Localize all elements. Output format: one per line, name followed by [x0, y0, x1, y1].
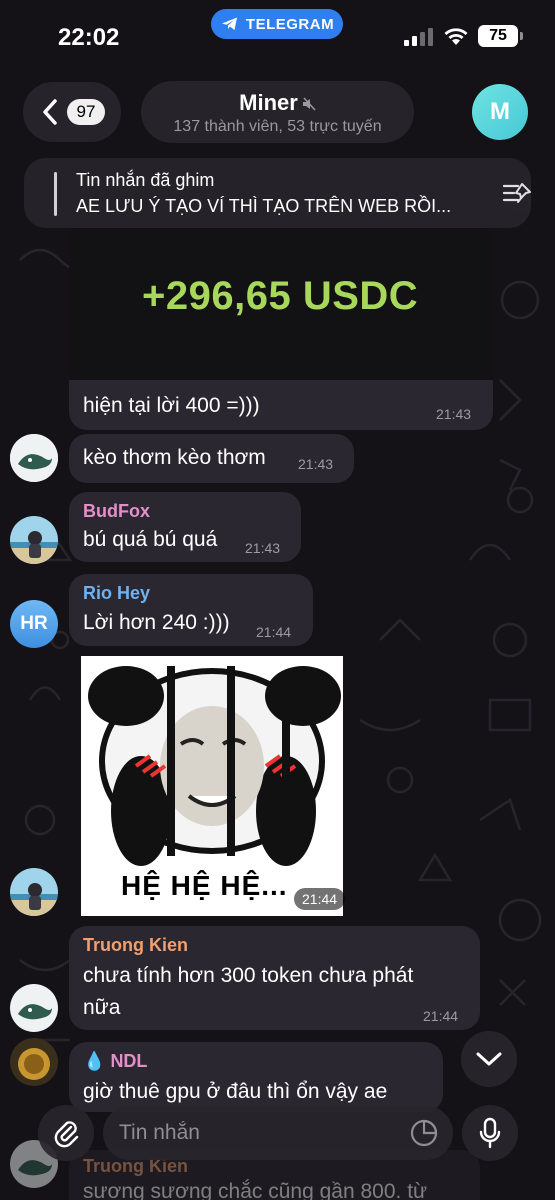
muted-speaker-icon	[302, 97, 316, 111]
message-time: 21:43	[245, 540, 281, 556]
message-time: 21:44	[256, 624, 292, 640]
sender-name[interactable]: BudFox	[83, 501, 150, 522]
chat-title: Miner	[141, 90, 414, 116]
avatar-user-whale[interactable]	[10, 434, 58, 482]
group-avatar-letter: M	[490, 98, 510, 125]
pinned-label: Tin nhắn đã ghim	[76, 170, 215, 190]
panda-meme-sticker[interactable]: HỆ HỆ HỆ...	[81, 656, 343, 916]
avatar-initials: HR	[20, 613, 48, 634]
pinned-list-icon[interactable]	[502, 180, 534, 206]
message-time: 21:44	[423, 1008, 459, 1024]
telegram-plane-icon	[221, 17, 237, 30]
avatar-ndl[interactable]	[10, 1038, 58, 1086]
status-time: 22:02	[58, 24, 120, 51]
droplet-icon: 💧	[83, 1051, 106, 1071]
message-bubble-3[interactable]: BudFox bú quá bú quá 21:43	[69, 492, 301, 562]
message-bubble-2[interactable]: kèo thơm kèo thơm 21:43	[69, 434, 354, 483]
chevron-left-icon	[43, 99, 57, 125]
back-button[interactable]: 97	[23, 82, 121, 142]
beach-avatar-icon	[10, 516, 58, 564]
battery-level: 75	[489, 27, 507, 44]
beach-avatar-icon	[10, 868, 58, 916]
wifi-icon	[444, 28, 468, 45]
avatar-budfox[interactable]	[10, 516, 58, 564]
sender-name-text: NDL	[110, 1051, 148, 1071]
attach-button[interactable]	[38, 1105, 94, 1161]
message-text: giờ thuê gpu ở đâu thì ổn vậy ae	[83, 1080, 388, 1103]
message-text: sương sương chắc cũng gần 800. từ	[83, 1180, 428, 1200]
sticker-caption: HỆ HỆ HỆ...	[121, 870, 288, 901]
sender-name[interactable]: Rio Hey	[83, 583, 150, 604]
cellular-signal-icon	[404, 28, 433, 46]
chat-title-pill[interactable]: Miner 137 thành viên, 53 trực tuyến	[141, 81, 414, 143]
sender-name[interactable]: 💧 NDL	[83, 1051, 147, 1072]
message-text: bú quá bú quá	[83, 528, 218, 551]
message-text-line1: chưa tính hơn 300 token chưa phát	[83, 964, 414, 987]
group-avatar[interactable]: M	[472, 84, 528, 140]
scroll-to-bottom-button[interactable]	[461, 1031, 517, 1087]
message-input[interactable]	[119, 1106, 399, 1160]
message-text-line2: nữa	[83, 996, 121, 1019]
battery-indicator: 75	[478, 25, 523, 47]
message-text: kèo thơm kèo thơm	[83, 446, 266, 469]
avatar-user-whale-2[interactable]	[10, 984, 58, 1032]
pinned-message-bar[interactable]: Tin nhắn đã ghim AE LƯU Ý TẠO VÍ THÌ TẠO…	[24, 158, 531, 228]
whale-avatar-icon	[10, 434, 58, 482]
whale-avatar-icon	[10, 984, 58, 1032]
sticker-time: 21:44	[294, 888, 346, 910]
message-time: 21:43	[298, 456, 334, 472]
message-bubble-7[interactable]: 💧 NDL giờ thuê gpu ở đâu thì ổn vậy ae	[69, 1042, 443, 1112]
paperclip-icon	[54, 1121, 79, 1148]
message-text: hiện tại lời 400 =)))	[83, 394, 260, 417]
message-bubble-1[interactable]: hiện tại lời 400 =))) 21:43	[69, 380, 493, 430]
telegram-pill-label: TELEGRAM	[245, 15, 335, 33]
usdc-amount: +296,65 USDC	[142, 274, 419, 318]
sender-name[interactable]: Truong Kien	[83, 935, 188, 956]
message-time: 21:43	[436, 406, 472, 422]
pinned-text: AE LƯU Ý TẠO VÍ THÌ TẠO TRÊN WEB RỒI...	[76, 196, 452, 216]
voice-message-button[interactable]	[462, 1105, 518, 1161]
chat-title-text: Miner	[239, 90, 298, 115]
pinned-indicator	[54, 172, 57, 216]
message-text: Lời hơn 240 :)))	[83, 611, 230, 634]
message-image-usdc[interactable]: +296,65 USDC	[69, 228, 493, 380]
chevron-down-icon	[476, 1052, 502, 1066]
status-bar: 22:02 TELEGRAM 75	[0, 0, 555, 72]
avatar-rio-hey[interactable]: HR	[10, 600, 58, 648]
microphone-icon	[479, 1117, 501, 1149]
message-input-pill[interactable]	[103, 1106, 453, 1160]
message-bubble-4[interactable]: Rio Hey Lời hơn 240 :))) 21:44	[69, 574, 313, 646]
gold-coin-avatar-icon	[10, 1038, 58, 1086]
telegram-return-pill[interactable]: TELEGRAM	[211, 9, 343, 39]
sticker-icon[interactable]	[409, 1118, 439, 1148]
avatar-budfox-2[interactable]	[10, 868, 58, 916]
chat-member-count: 137 thành viên, 53 trực tuyến	[173, 118, 382, 135]
message-bubble-6[interactable]: Truong Kien chưa tính hơn 300 token chưa…	[69, 926, 480, 1030]
unread-count-badge: 97	[67, 99, 105, 125]
